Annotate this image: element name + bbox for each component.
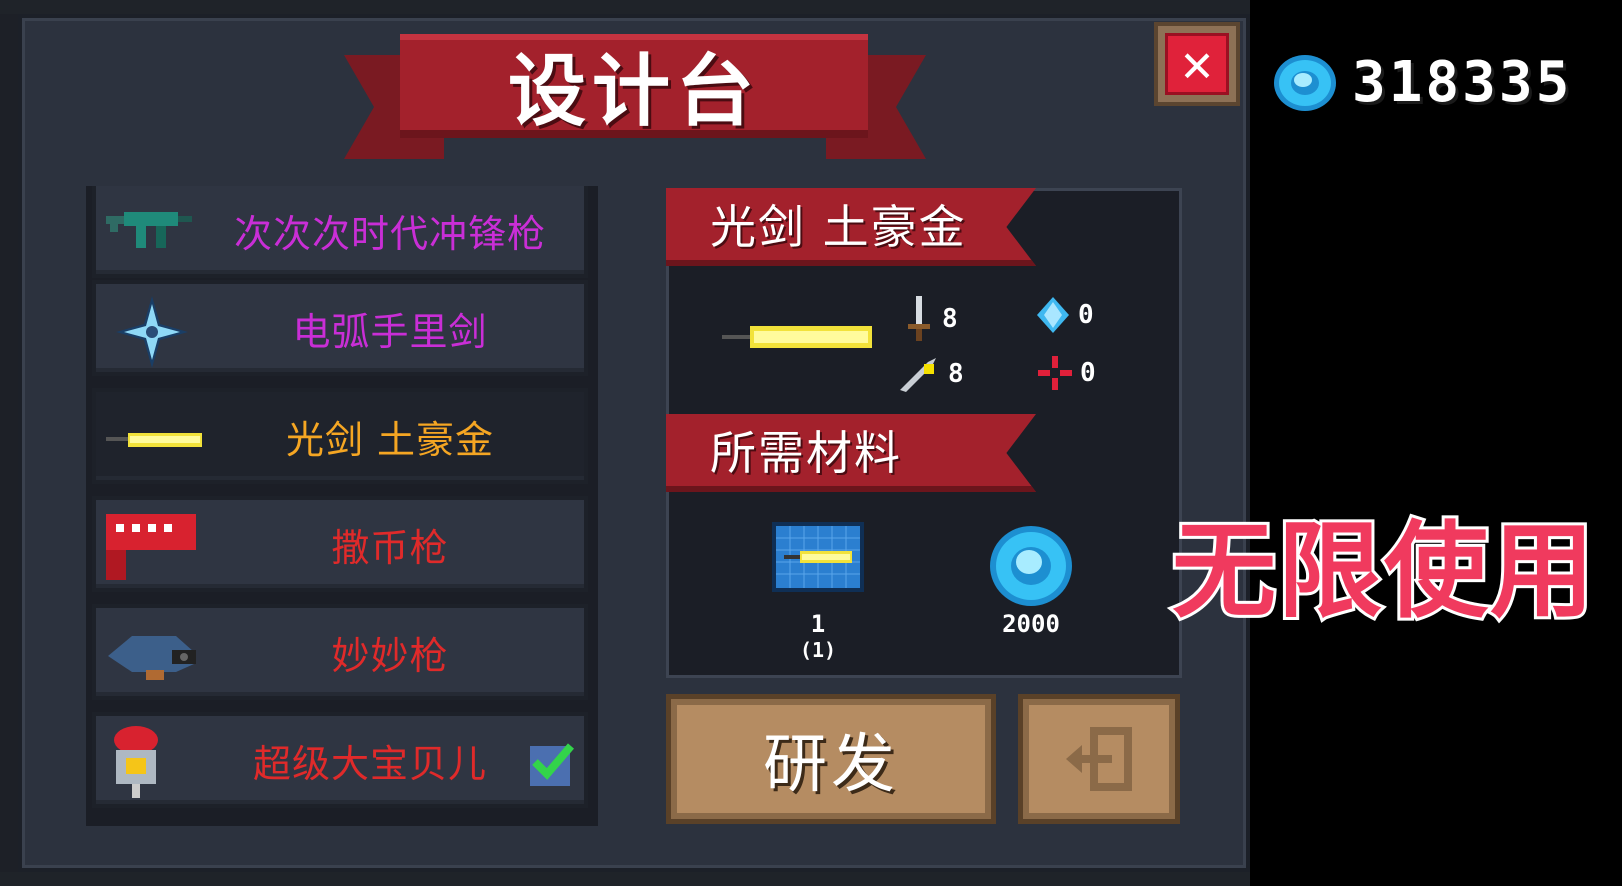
gem-counter: 318335 xyxy=(1272,50,1572,115)
stat-energy: 0 xyxy=(1036,296,1094,334)
fish-gun-icon xyxy=(108,636,196,680)
weapon-name-ribbon: 光剑 土豪金 xyxy=(666,188,1036,266)
infinite-use-overlay: 无限使用 xyxy=(1169,507,1597,635)
stat-accuracy-value: 0 xyxy=(1080,358,1096,388)
exit-icon xyxy=(1066,727,1132,791)
weapon-name: 电弧手里剑 xyxy=(292,309,488,354)
weapon-name: 超级大宝贝儿 xyxy=(252,741,487,786)
stat-accuracy: 0 xyxy=(1038,356,1096,390)
gem-icon xyxy=(1274,54,1336,111)
bomb-baby-icon xyxy=(114,726,158,798)
weapon-item-shuriken[interactable]: 电弧手里剑 xyxy=(92,280,588,376)
materials-title: 所需材料 xyxy=(710,426,902,480)
check-icon xyxy=(532,743,574,780)
develop-label: 研发 xyxy=(763,728,899,802)
lightsaber-icon xyxy=(722,326,872,348)
materials-ribbon: 所需材料 xyxy=(666,414,1036,492)
lightsaber-icon xyxy=(106,433,202,447)
background-edge xyxy=(0,0,18,886)
selected-weapon-name: 光剑 土豪金 xyxy=(710,200,967,254)
shuriken-icon xyxy=(116,296,188,368)
stat-damage: 8 xyxy=(904,296,958,342)
blueprint-need: (1) xyxy=(799,638,837,662)
knife-icon xyxy=(900,358,936,392)
weapon-name: 撒币枪 xyxy=(331,525,449,570)
coin-gun-icon xyxy=(106,514,196,580)
crosshair-icon xyxy=(1038,356,1072,390)
stat-critical: 8 xyxy=(898,356,964,392)
exit-button[interactable] xyxy=(1018,694,1180,824)
stat-energy-value: 0 xyxy=(1078,300,1094,330)
develop-button[interactable]: 研发 xyxy=(666,694,996,824)
weapon-name: 次次次时代冲锋枪 xyxy=(233,211,546,256)
close-icon: ✕ xyxy=(1165,33,1229,95)
background-edge-bottom xyxy=(0,872,1250,886)
stat-damage-value: 8 xyxy=(942,304,958,334)
diamond-icon xyxy=(1037,297,1069,333)
weapon-item-coin-gun[interactable]: 撒币枪 xyxy=(92,496,588,592)
weapon-item-lightsaber[interactable]: 光剑 土豪金 xyxy=(92,388,588,484)
weapon-item-smg[interactable]: 次次次时代冲锋枪 xyxy=(92,186,588,278)
weapon-list[interactable]: 次次次时代冲锋枪 电弧手里剑 光剑 土豪金 撒币枪 妙妙枪 超级大宝贝儿 xyxy=(86,186,598,826)
blueprint-have: 1 xyxy=(810,610,826,638)
weapon-name: 妙妙枪 xyxy=(331,633,449,678)
blueprint-icon xyxy=(772,522,864,592)
background-edge-top xyxy=(0,0,1250,14)
gem-cost: 2000 xyxy=(1002,610,1060,638)
owned-checkbox xyxy=(530,743,574,786)
title-ribbon: 设计台 xyxy=(400,34,868,138)
page-title: 设计台 xyxy=(507,47,760,137)
weapon-item-bomb-baby[interactable]: 超级大宝贝儿 xyxy=(92,712,588,808)
smg-icon xyxy=(106,212,192,248)
sword-icon xyxy=(908,296,930,341)
close-button[interactable]: ✕ xyxy=(1154,22,1240,106)
weapon-name: 光剑 土豪金 xyxy=(285,417,495,462)
gem-count: 318335 xyxy=(1352,50,1573,115)
weapon-item-fish-gun[interactable]: 妙妙枪 xyxy=(92,604,588,700)
stat-critical-value: 8 xyxy=(948,359,964,389)
gem-icon xyxy=(990,526,1072,606)
